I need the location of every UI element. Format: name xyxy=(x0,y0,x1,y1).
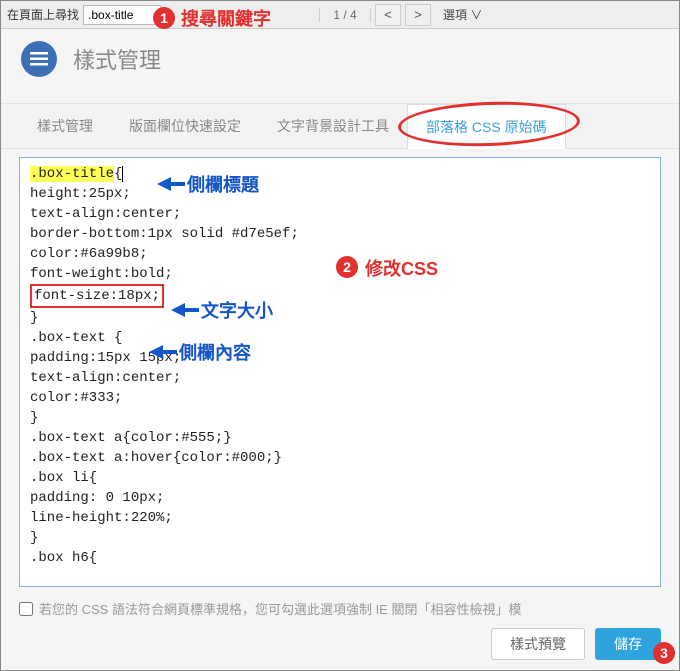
find-label: 在頁面上尋找 xyxy=(7,6,79,23)
footer: 若您的 CSS 語法符合網頁標準規格，您可勾選此選項強制 IE 關閉「相容性檢視… xyxy=(1,591,679,670)
css-editor-wrap: .box-title{ height:25px; text-align:cent… xyxy=(19,157,661,587)
tab-blog-css-source[interactable]: 部落格 CSS 原始碼 xyxy=(407,104,566,149)
page-title: 樣式管理 xyxy=(73,43,161,75)
button-row: 樣式預覽 儲存 xyxy=(19,628,661,660)
search-highlight: .box-title xyxy=(30,166,114,182)
find-count: 1 / 4 xyxy=(319,8,371,22)
header: 樣式管理 xyxy=(1,29,679,85)
annotation-text-2: 修改CSS xyxy=(365,255,438,281)
find-input[interactable] xyxy=(83,5,161,25)
annotation-redbox: font-size:18px; xyxy=(30,284,164,308)
compat-checkbox[interactable] xyxy=(19,602,33,616)
compat-text: 若您的 CSS 語法符合網頁標準規格，您可勾選此選項強制 IE 關閉「相容性檢視… xyxy=(39,599,521,618)
find-options-button[interactable]: 選項 ∨ xyxy=(435,4,490,26)
menu-button[interactable] xyxy=(21,41,57,77)
tabs: 樣式管理 版面欄位快速設定 文字背景設計工具 部落格 CSS 原始碼 xyxy=(1,103,679,149)
annotation-badge-3: 3 xyxy=(653,642,675,664)
find-prev-button[interactable]: < xyxy=(375,4,401,26)
find-bar: 在頁面上尋找 1 / 4 < > 選項 ∨ xyxy=(1,1,679,29)
annotation-badge-2: 2 xyxy=(336,256,358,278)
save-button[interactable]: 儲存 xyxy=(595,628,661,660)
find-next-button[interactable]: > xyxy=(405,4,431,26)
tab-style-manage[interactable]: 樣式管理 xyxy=(19,104,111,148)
hamburger-icon xyxy=(30,52,48,66)
arrow-left-icon xyxy=(149,345,163,359)
annotation-blue-1: 側欄標題 xyxy=(157,171,259,197)
tab-text-bg-tool[interactable]: 文字背景設計工具 xyxy=(259,104,407,148)
preview-button[interactable]: 樣式預覽 xyxy=(491,628,585,660)
arrow-left-icon xyxy=(157,177,171,191)
annotation-blue-3: 側欄內容 xyxy=(149,339,251,365)
annotation-text-1: 搜尋關鍵字 xyxy=(181,5,271,31)
annotation-blue-2: 文字大小 xyxy=(171,297,273,323)
compat-checkbox-row[interactable]: 若您的 CSS 語法符合網頁標準規格，您可勾選此選項強制 IE 關閉「相容性檢視… xyxy=(19,599,661,618)
annotation-badge-1: 1 xyxy=(153,7,175,29)
arrow-left-icon xyxy=(171,303,185,317)
tab-layout-quick[interactable]: 版面欄位快速設定 xyxy=(111,104,259,148)
css-editor[interactable]: .box-title{ height:25px; text-align:cent… xyxy=(20,158,660,586)
